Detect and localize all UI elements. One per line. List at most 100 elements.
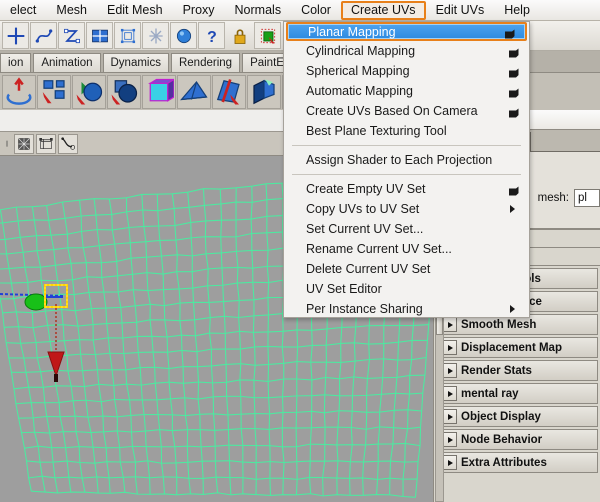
polygon-plane-icon: [91, 29, 108, 42]
menu-item-rename-current-uv-set-[interactable]: Rename Current UV Set...: [284, 239, 529, 259]
sphere-primitive-icon[interactable]: [170, 22, 197, 49]
ae-section-label: mental ray: [461, 387, 519, 400]
menu-item-label: UV Set Editor: [306, 282, 382, 296]
particle-effects-icon[interactable]: [142, 22, 169, 49]
ae-section-object-display[interactable]: Object Display: [438, 406, 598, 427]
select-by-component-icon: [260, 28, 275, 43]
rotate-disc-icon[interactable]: [2, 74, 36, 109]
bookmark-view-icon[interactable]: [36, 133, 56, 154]
menu-proxy[interactable]: Proxy: [173, 1, 225, 20]
particle-effects-icon: [148, 28, 163, 43]
ae-section-mental-ray[interactable]: mental ray: [438, 383, 598, 404]
menu-item-label: Spherical Mapping: [306, 64, 410, 78]
menu-separator: [292, 145, 521, 146]
menu-item-copy-uvs-to-uv-set[interactable]: Copy UVs to UV Set: [284, 199, 529, 219]
menu-item-automatic-mapping[interactable]: Automatic Mapping: [284, 81, 529, 101]
option-box-icon[interactable]: [505, 27, 515, 38]
help-question-icon[interactable]: ?: [198, 22, 225, 49]
ae-section-label: Render Stats: [461, 364, 532, 377]
menu-item-planar-mapping[interactable]: Planar Mapping: [286, 22, 527, 41]
ae-section-label: Node Behavior: [461, 433, 543, 446]
split-polygon-icon[interactable]: [212, 74, 246, 109]
ep-curve-tool-icon[interactable]: [30, 22, 57, 49]
boolean-union-icon[interactable]: [72, 74, 106, 109]
menu-item-label: Per Instance Sharing: [306, 302, 423, 316]
main-menu-bar: elect Mesh Edit Mesh Proxy Normals Color Creat…: [0, 0, 600, 21]
expand-arrow-icon[interactable]: [442, 317, 457, 332]
smooth-proxy-icon[interactable]: [142, 74, 176, 109]
menu-mesh[interactable]: Mesh: [46, 1, 97, 20]
node-name-input[interactable]: pl: [574, 189, 600, 207]
option-box-icon[interactable]: [509, 107, 519, 118]
menu-item-label: Create Empty UV Set: [306, 182, 426, 196]
expand-arrow-icon[interactable]: [442, 386, 457, 401]
panel-drag-handle-icon[interactable]: [3, 134, 11, 154]
lock-icon: [234, 28, 245, 44]
menu-elect[interactable]: elect: [0, 1, 46, 20]
expand-arrow-icon[interactable]: [442, 363, 457, 378]
ae-section-node-behavior[interactable]: Node Behavior: [438, 429, 598, 450]
expand-arrow-icon[interactable]: [442, 340, 457, 355]
extrude-face-icon: [253, 79, 275, 104]
shelf-tab-animation[interactable]: Animation: [33, 53, 101, 72]
menu-item-create-uvs-based-on-camera[interactable]: Create UVs Based On Camera: [284, 101, 529, 121]
menu-item-create-empty-uv-set[interactable]: Create Empty UV Set: [284, 179, 529, 199]
menu-color[interactable]: Color: [291, 1, 341, 20]
boolean-difference-icon: [111, 79, 138, 104]
boolean-difference-icon[interactable]: [107, 74, 141, 109]
triangulate-icon[interactable]: [177, 74, 211, 109]
option-box-icon[interactable]: [509, 185, 519, 196]
expand-arrow-icon[interactable]: [442, 409, 457, 424]
combine-polygons-icon[interactable]: [37, 74, 71, 109]
ae-section-displacement-map[interactable]: Displacement Map: [438, 337, 598, 358]
curve-snap-icon[interactable]: [58, 133, 78, 154]
menu-item-best-plane-texturing-tool[interactable]: Best Plane Texturing Tool: [284, 121, 529, 141]
polygon-plane-icon[interactable]: [86, 22, 113, 49]
menu-item-uv-set-editor[interactable]: UV Set Editor: [284, 279, 529, 299]
menu-separator: [292, 174, 521, 175]
shelf-tab-rendering[interactable]: Rendering: [170, 53, 241, 72]
move-tool-icon[interactable]: [2, 22, 29, 49]
shelf-tab-ion[interactable]: ion: [0, 53, 32, 72]
node-type-label: mesh:: [537, 192, 569, 204]
menu-item-delete-current-uv-set[interactable]: Delete Current UV Set: [284, 259, 529, 279]
expand-arrow-icon[interactable]: [442, 455, 457, 470]
menu-item-label: Rename Current UV Set...: [306, 242, 452, 256]
perspective-view-icon[interactable]: [14, 133, 34, 154]
smooth-proxy-icon: [147, 78, 174, 102]
option-box-icon[interactable]: [509, 67, 519, 78]
boolean-union-icon: [76, 81, 103, 104]
rotate-disc-icon: [6, 76, 32, 105]
pencil-curve-tool-icon[interactable]: [58, 22, 85, 49]
expand-arrow-icon[interactable]: [442, 432, 457, 447]
ae-section-extra-attributes[interactable]: Extra Attributes: [438, 452, 598, 473]
help-question-icon: ?: [207, 28, 217, 45]
menu-item-per-instance-sharing[interactable]: Per Instance Sharing: [284, 299, 529, 319]
menu-item-label: Delete Current UV Set: [306, 262, 431, 276]
sphere-primitive-icon: [176, 28, 191, 43]
option-box-icon[interactable]: [509, 87, 519, 98]
menu-item-cylindrical-mapping[interactable]: Cylindrical Mapping: [284, 41, 529, 61]
menu-item-spherical-mapping[interactable]: Spherical Mapping: [284, 61, 529, 81]
select-by-component-icon[interactable]: [254, 22, 281, 49]
extrude-face-icon[interactable]: [247, 74, 281, 109]
menu-item-set-current-uv-set-[interactable]: Set Current UV Set...: [284, 219, 529, 239]
lattice-deform-icon[interactable]: [114, 22, 141, 49]
menu-edit-mesh[interactable]: Edit Mesh: [97, 1, 173, 20]
pencil-curve-tool-icon: [63, 28, 80, 43]
menu-normals[interactable]: Normals: [225, 1, 292, 20]
menu-edit-uvs[interactable]: Edit UVs: [426, 1, 495, 20]
option-box-icon[interactable]: [509, 47, 519, 58]
menu-item-assign-shader-to-each-projection[interactable]: Assign Shader to Each Projection: [284, 150, 529, 170]
ae-section-render-stats[interactable]: Render Stats: [438, 360, 598, 381]
menu-item-label: Create UVs Based On Camera: [306, 104, 478, 118]
combine-polygons-icon: [42, 79, 65, 103]
shelf-tab-dynamics[interactable]: Dynamics: [102, 53, 169, 72]
ep-curve-tool-icon: [35, 28, 52, 43]
perspective-view-icon: [18, 137, 30, 150]
bookmark-view-icon: [39, 137, 53, 149]
menu-help[interactable]: Help: [494, 1, 540, 20]
lock-icon[interactable]: [226, 22, 253, 49]
maya-application-window: elect Mesh Edit Mesh Proxy Normals Color Creat…: [0, 0, 600, 502]
menu-create-uvs[interactable]: Create UVs: [340, 0, 426, 20]
